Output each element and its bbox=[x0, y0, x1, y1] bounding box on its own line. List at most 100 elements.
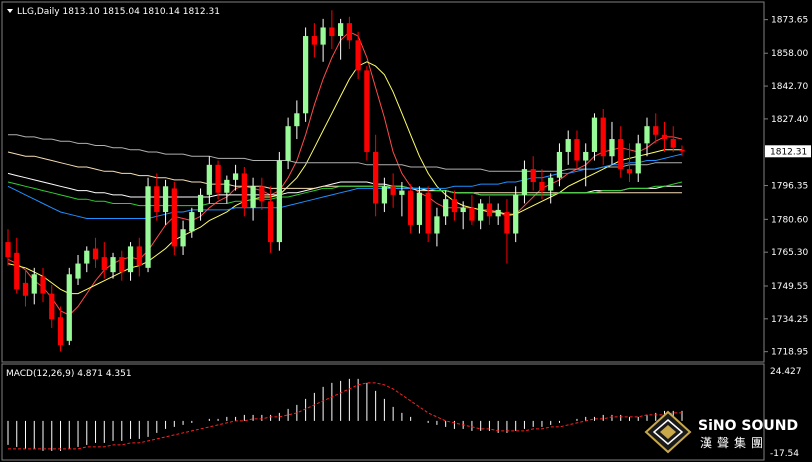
trading-chart: 1873.65 1858.00 1842.70 1827.40 1796.35 1780.… bbox=[0, 0, 812, 462]
candle-body-down bbox=[57, 317, 64, 346]
candle-body-up bbox=[434, 216, 440, 234]
candle-body-up bbox=[591, 117, 598, 152]
candle-body-up bbox=[381, 186, 388, 204]
candle-body-down bbox=[119, 257, 125, 273]
candle-body-up bbox=[66, 274, 72, 341]
candle-body-down bbox=[346, 23, 353, 41]
current-price-marker: 1812.31 bbox=[765, 145, 811, 158]
candle-body-down bbox=[136, 246, 142, 266]
price-tick-label: 1827.40 bbox=[771, 115, 808, 125]
candle-body-down bbox=[451, 199, 458, 213]
candle-body-down bbox=[670, 139, 676, 148]
candle-body-up bbox=[75, 263, 81, 279]
price-tick-label: 1873.65 bbox=[771, 16, 808, 26]
candle-body-up bbox=[224, 179, 230, 193]
brand-chinese-name: 漢聲集團 bbox=[700, 435, 768, 450]
candle-body-up bbox=[635, 143, 641, 174]
candle-body-down bbox=[390, 186, 396, 195]
candle-body-down bbox=[600, 117, 606, 157]
candle-body-down bbox=[215, 164, 221, 193]
price-tick-label: 1858.00 bbox=[771, 49, 808, 59]
candle-body-down bbox=[373, 151, 379, 204]
candle-body-down bbox=[626, 169, 633, 174]
candle-body-down bbox=[5, 242, 11, 258]
candle-body-down bbox=[311, 36, 317, 45]
candle-body-down bbox=[40, 276, 46, 294]
price-tick-label: 1734.25 bbox=[771, 315, 808, 325]
candle-body-up bbox=[460, 207, 466, 213]
candle-body-up bbox=[162, 186, 169, 213]
candle-body-down bbox=[329, 27, 335, 37]
candle-body-down bbox=[653, 126, 659, 135]
price-tick-label: 1765.30 bbox=[771, 248, 808, 258]
candle-body-up bbox=[206, 164, 212, 195]
candle-body-up bbox=[337, 23, 344, 37]
candle-body-up bbox=[399, 190, 405, 195]
candle-body-up bbox=[127, 246, 134, 273]
candle-body-down bbox=[408, 190, 414, 225]
candle-body-up bbox=[644, 126, 650, 144]
candle bbox=[364, 66, 370, 161]
candle-body-up bbox=[565, 139, 571, 152]
candle-body-down bbox=[355, 40, 361, 71]
candle-body-up bbox=[556, 151, 563, 178]
brand-name: SiNO SOUND bbox=[698, 418, 798, 434]
candle-body-up bbox=[189, 212, 195, 232]
candle-body-down bbox=[14, 252, 20, 290]
candle-body-down bbox=[618, 139, 624, 170]
chart-header: LLG,Daily 1813.10 1815.04 1810.14 1812.3… bbox=[17, 7, 220, 17]
candle-body-up bbox=[548, 177, 554, 191]
candle-body-up bbox=[145, 186, 151, 268]
candle-body-up bbox=[276, 160, 282, 243]
candle-body-down bbox=[574, 139, 580, 161]
candle-body-up bbox=[416, 192, 423, 225]
price-tick-label: 1796.35 bbox=[771, 182, 808, 192]
candle-body-down bbox=[154, 186, 160, 213]
candle-body-up bbox=[180, 229, 186, 247]
price-tick-label: 1780.60 bbox=[771, 215, 808, 225]
candle-body-up bbox=[31, 274, 37, 294]
candle-body-down bbox=[469, 207, 475, 221]
candle-body-down bbox=[49, 293, 55, 320]
candle-body-up bbox=[521, 169, 528, 195]
candle-body-down bbox=[530, 169, 536, 182]
price-tick-label: 1749.55 bbox=[771, 282, 808, 292]
candle-body-down bbox=[241, 173, 247, 208]
candle-body-up bbox=[320, 27, 326, 45]
candle bbox=[276, 151, 282, 251]
current-price-label: 1812.31 bbox=[770, 147, 807, 157]
candle-body-down bbox=[539, 182, 545, 191]
candle-body-down bbox=[679, 149, 685, 152]
candle-body-down bbox=[92, 248, 99, 260]
macd-axis-top: 24.427 bbox=[770, 367, 802, 377]
chart-background bbox=[0, 0, 812, 462]
candle-body-down bbox=[661, 134, 668, 140]
candle-body-up bbox=[609, 139, 615, 157]
candle-body-down bbox=[171, 188, 177, 247]
candle-body-up bbox=[197, 194, 204, 213]
candle bbox=[171, 182, 177, 255]
candle-body-down bbox=[364, 70, 370, 152]
candle-body-up bbox=[302, 36, 309, 114]
candle-body-up bbox=[250, 186, 256, 208]
candle-body-down bbox=[259, 186, 265, 202]
candle-body-up bbox=[84, 250, 90, 264]
candle-body-down bbox=[101, 257, 107, 270]
candle-body-up bbox=[110, 257, 116, 273]
candle-body-up bbox=[583, 151, 589, 161]
candle bbox=[302, 27, 309, 122]
candle-body-up bbox=[294, 113, 300, 127]
candle-body-down bbox=[486, 203, 493, 217]
candle-body-up bbox=[285, 126, 291, 161]
candle-body-up bbox=[495, 209, 501, 217]
candle bbox=[145, 177, 151, 273]
price-tick-label: 1842.70 bbox=[771, 82, 808, 92]
candle-body-down bbox=[267, 201, 274, 243]
candle-body-down bbox=[22, 282, 29, 296]
candle bbox=[66, 267, 72, 346]
candle-body-up bbox=[232, 173, 239, 180]
macd-label: MACD(12,26,9) 4.871 4.351 bbox=[6, 369, 132, 379]
candle-body-up bbox=[513, 194, 519, 234]
macd-axis-bottom: -17.54 bbox=[770, 449, 799, 459]
candle-body-down bbox=[504, 212, 510, 234]
